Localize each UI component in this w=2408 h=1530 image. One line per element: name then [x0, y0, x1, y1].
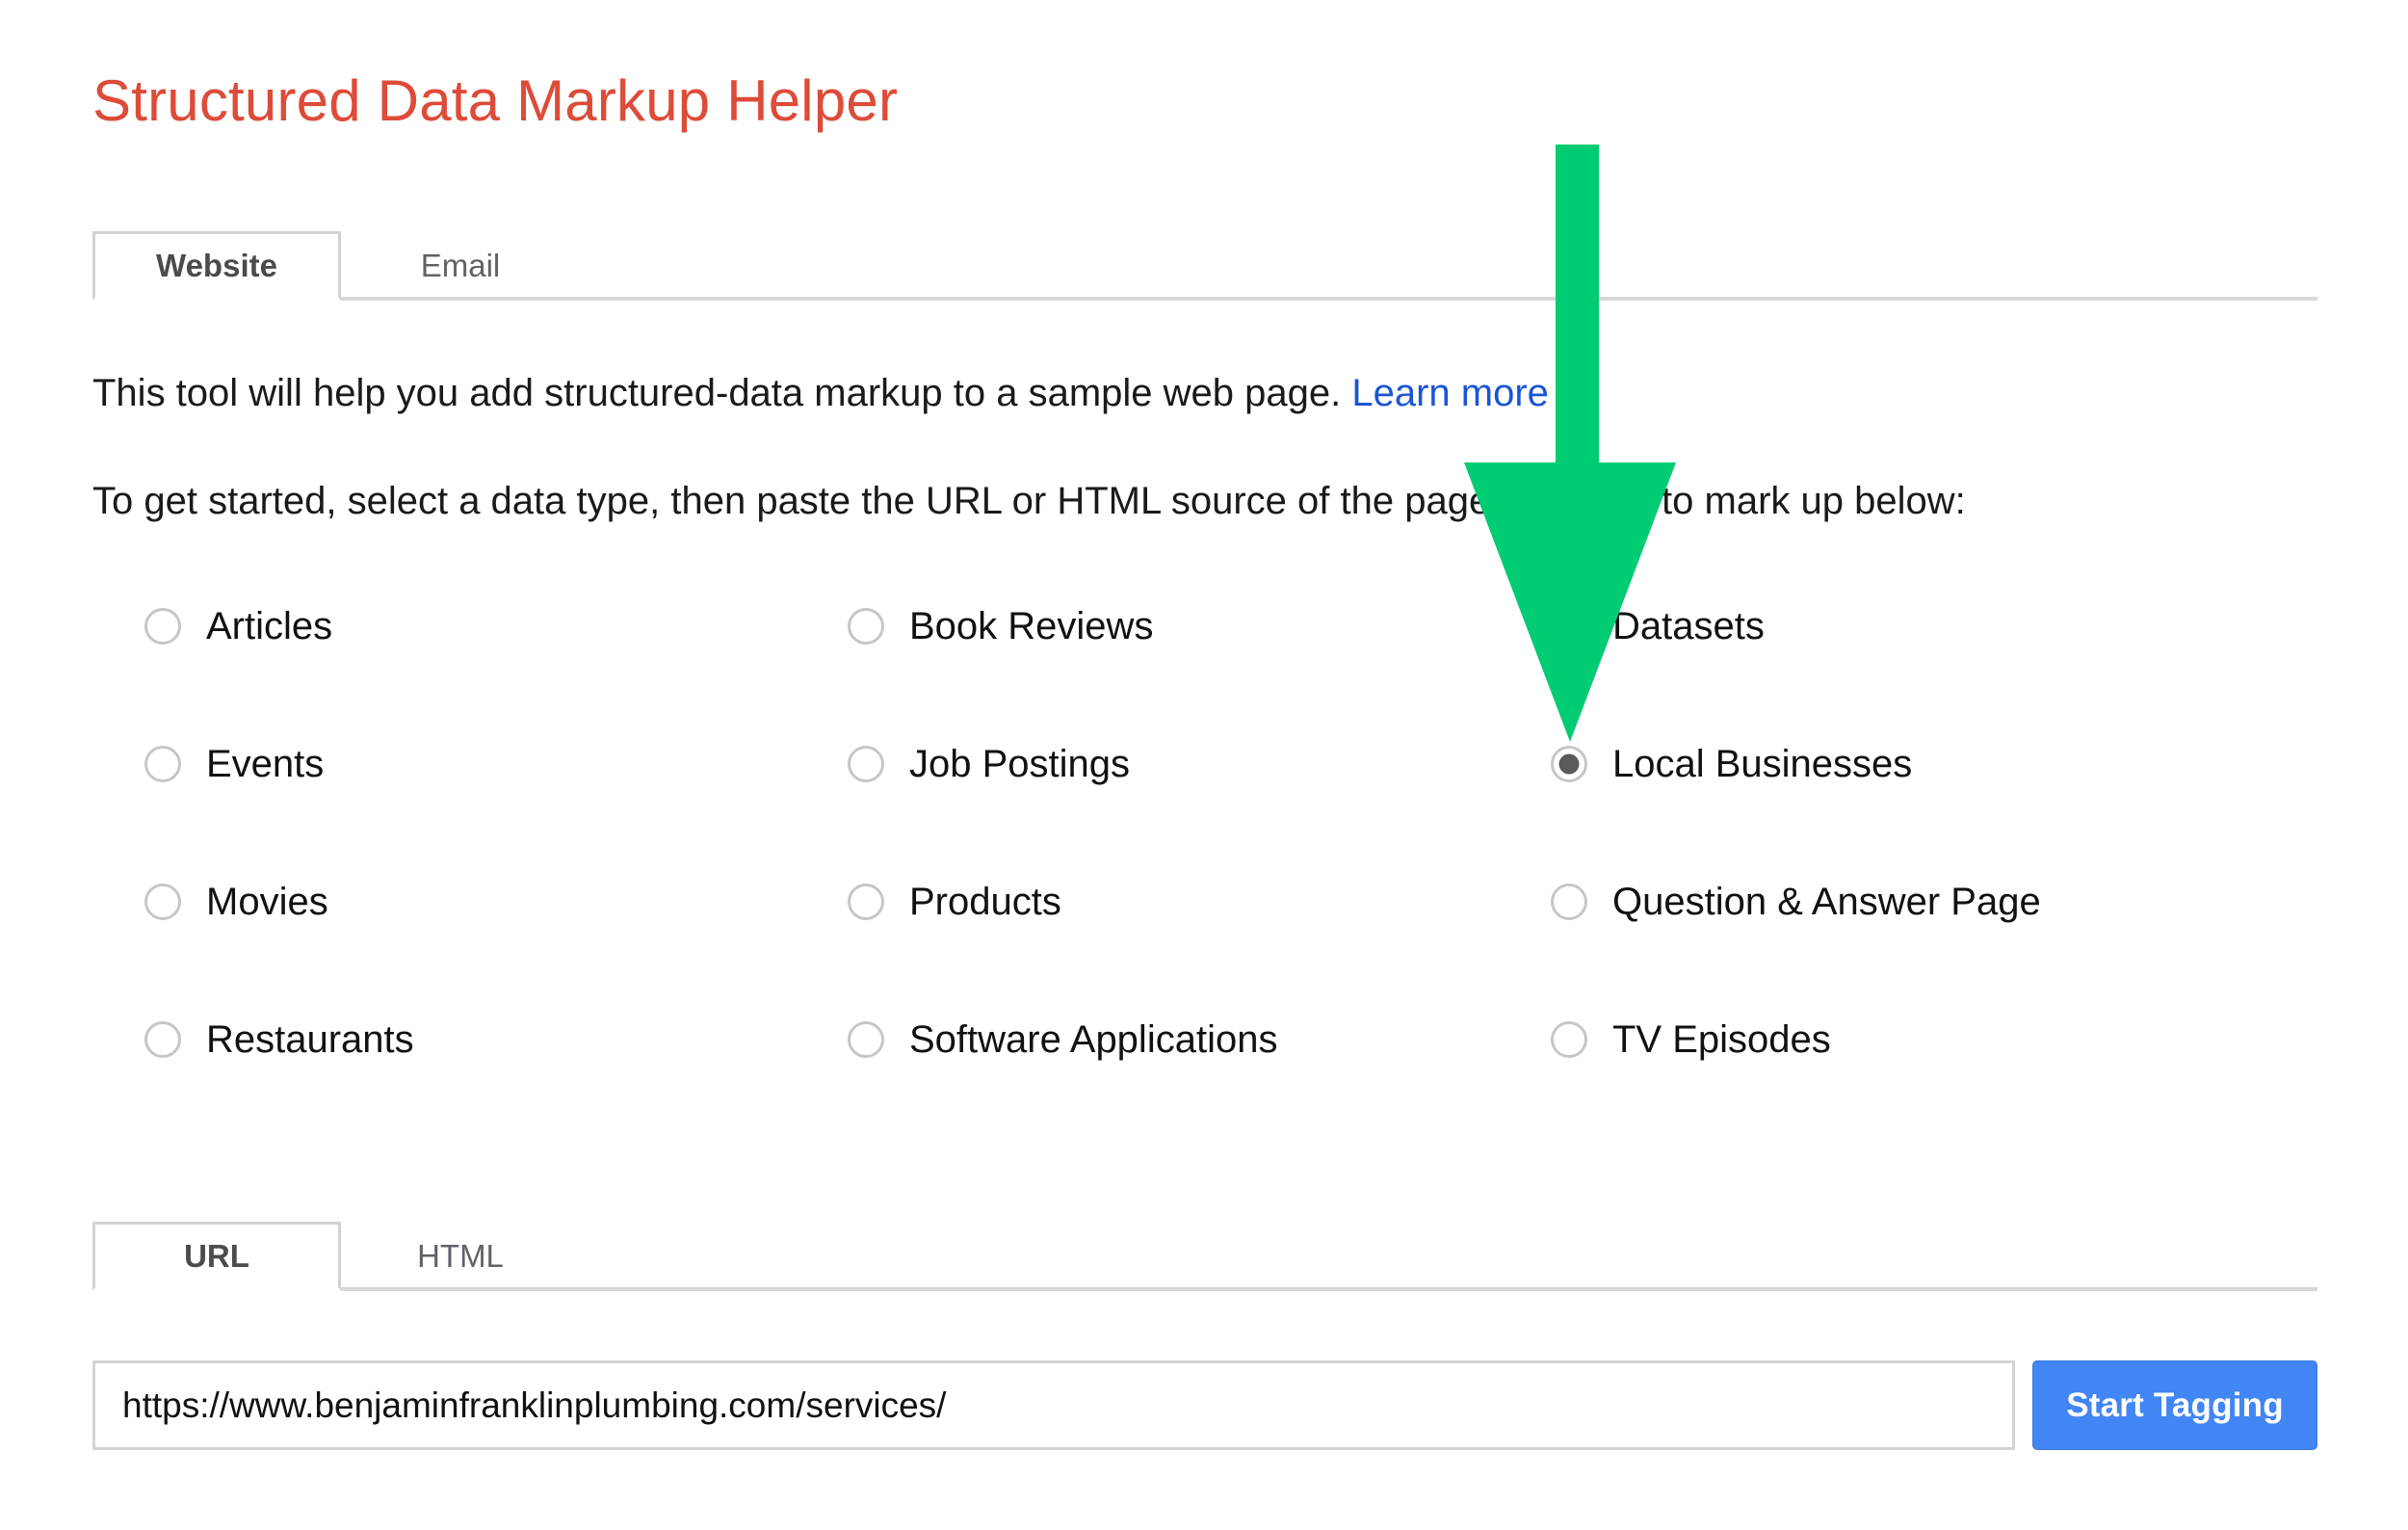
radio-icon-selected[interactable] [1551, 746, 1587, 782]
tab-email[interactable]: Email [364, 231, 557, 301]
radio-icon[interactable] [144, 746, 181, 782]
radio-icon[interactable] [848, 1021, 884, 1058]
tab-website[interactable]: Website [92, 231, 341, 301]
data-type-radio-grid: Articles Book Reviews Datasets Events Jo… [144, 607, 2321, 1158]
url-entry-row: Start Tagging [92, 1360, 2317, 1453]
radio-option-job-postings[interactable]: Job Postings [848, 745, 1551, 783]
radio-option-book-reviews[interactable]: Book Reviews [848, 607, 1551, 646]
radio-option-products[interactable]: Products [848, 883, 1551, 921]
radio-icon[interactable] [848, 884, 884, 920]
learn-more-link[interactable]: Learn more [1351, 372, 1549, 414]
radio-icon[interactable] [144, 1021, 181, 1058]
data-type-row: Articles Book Reviews Datasets [144, 607, 2321, 745]
radio-label: Products [909, 881, 1061, 923]
radio-label: Question & Answer Page [1612, 881, 2041, 923]
radio-label: Movies [206, 881, 328, 923]
radio-icon[interactable] [848, 746, 884, 782]
radio-option-articles[interactable]: Articles [144, 607, 848, 646]
page-title: Structured Data Markup Helper [92, 68, 899, 133]
url-input[interactable] [92, 1360, 2015, 1450]
radio-option-movies[interactable]: Movies [144, 883, 848, 921]
radio-option-question-answer-page[interactable]: Question & Answer Page [1551, 883, 2283, 921]
start-tagging-button[interactable]: Start Tagging [2032, 1360, 2317, 1450]
radio-option-restaurants[interactable]: Restaurants [144, 1020, 848, 1059]
main-tab-strip: Website Email [92, 231, 2317, 301]
radio-option-tv-episodes[interactable]: TV Episodes [1551, 1020, 2283, 1059]
radio-label: Events [206, 743, 325, 785]
intro-line-2: To get started, select a data type, then… [92, 480, 1966, 522]
radio-icon[interactable] [1551, 884, 1587, 920]
tab-url[interactable]: URL [92, 1222, 341, 1291]
intro-line-1: This tool will help you add structured-d… [92, 374, 1549, 412]
radio-icon[interactable] [144, 884, 181, 920]
radio-option-datasets[interactable]: Datasets [1551, 607, 2283, 646]
radio-option-events[interactable]: Events [144, 745, 848, 783]
radio-icon[interactable] [848, 608, 884, 645]
radio-label: Local Businesses [1612, 743, 1913, 785]
structured-data-markup-helper-page: Structured Data Markup Helper Website Em… [0, 0, 2408, 1530]
intro-line-1-text: This tool will help you add structured-d… [92, 372, 1352, 414]
radio-option-local-businesses[interactable]: Local Businesses [1551, 745, 2283, 783]
data-type-row: Events Job Postings Local Businesses [144, 745, 2321, 883]
radio-option-software-applications[interactable]: Software Applications [848, 1020, 1551, 1059]
data-type-row: Movies Products Question & Answer Page [144, 883, 2321, 1020]
radio-label: Job Postings [909, 743, 1131, 785]
radio-icon[interactable] [1551, 1021, 1587, 1058]
radio-label: Software Applications [909, 1018, 1278, 1061]
radio-icon[interactable] [1551, 608, 1587, 645]
radio-label: Book Reviews [909, 605, 1154, 647]
radio-label: Datasets [1612, 605, 1765, 647]
radio-label: TV Episodes [1612, 1018, 1831, 1061]
data-type-row: Restaurants Software Applications TV Epi… [144, 1020, 2321, 1158]
tab-html[interactable]: HTML [364, 1222, 557, 1291]
radio-label: Articles [206, 605, 333, 647]
radio-icon[interactable] [144, 608, 181, 645]
radio-label: Restaurants [206, 1018, 414, 1061]
source-tab-strip: URL HTML [92, 1222, 2317, 1291]
